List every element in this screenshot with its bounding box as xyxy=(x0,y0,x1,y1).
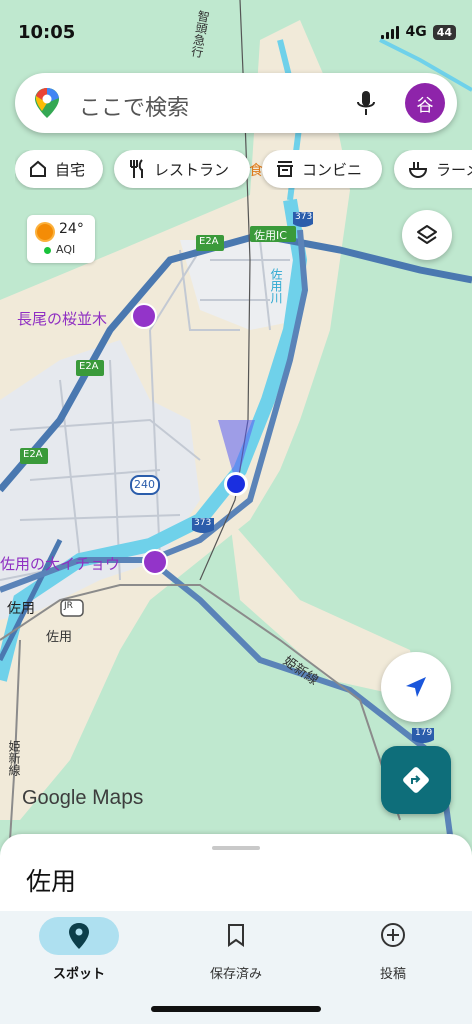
battery-icon: 44 xyxy=(432,24,456,40)
chip-convenience[interactable]: コンビニ xyxy=(262,150,382,188)
road-label-373-1: 373 xyxy=(295,212,313,222)
tab-saved[interactable]: 保存済み xyxy=(176,911,296,991)
search-input[interactable]: ここで検索 xyxy=(79,90,189,122)
bookmark-icon xyxy=(228,924,244,947)
tab-label: 投稿 xyxy=(379,967,406,982)
watermark-brand: Google xyxy=(22,787,87,809)
road-label-240: 240 xyxy=(134,478,155,491)
chip-label: 自宅 xyxy=(55,160,86,179)
ramen-icon xyxy=(408,162,428,178)
maps-logo-icon xyxy=(35,88,59,118)
directions-icon xyxy=(403,767,429,793)
road-label-179: 179 xyxy=(415,728,433,738)
search-bar[interactable]: ここで検索 谷 xyxy=(15,73,457,133)
home-indicator[interactable] xyxy=(151,1006,321,1012)
google-maps-watermark: Google Maps xyxy=(22,786,143,810)
map-label-railway-left: 姫新線 xyxy=(7,740,21,776)
map-label-jr: JR xyxy=(64,601,73,611)
map-label-river: 佐用川 xyxy=(269,268,283,304)
status-time: 10:05 xyxy=(18,22,76,43)
map-label-poi-icho[interactable]: 佐用の大イチョウ xyxy=(0,553,120,574)
layers-button[interactable] xyxy=(402,210,452,260)
my-location-button[interactable] xyxy=(381,652,451,722)
map-label-town: 佐用 xyxy=(46,630,73,645)
sheet-drag-handle[interactable] xyxy=(212,846,260,850)
road-label-e2a-1: E2A xyxy=(199,236,219,247)
chip-label: コンビニ xyxy=(302,160,363,179)
aqi-label: AQI xyxy=(56,243,76,256)
place-title: 佐用 xyxy=(26,867,77,896)
restaurant-icon xyxy=(130,159,143,178)
map-label-poi-sakura[interactable]: 長尾の桜並木 xyxy=(17,308,107,329)
directions-button[interactable] xyxy=(381,746,451,814)
road-label-e2a-3: E2A xyxy=(23,449,43,460)
explore-pin-icon xyxy=(69,923,89,949)
chip-ramen[interactable]: ラーメ xyxy=(394,150,472,188)
tab-explore[interactable]: スポット xyxy=(19,911,139,991)
road-label-373-2: 373 xyxy=(194,518,212,528)
chip-restaurant[interactable]: レストラン xyxy=(114,150,250,188)
weather-temp: 24° xyxy=(59,221,84,237)
avatar[interactable]: 谷 xyxy=(405,83,445,123)
chip-label: ラーメ xyxy=(436,160,472,179)
aqi-indicator xyxy=(44,247,51,254)
tab-label: スポット xyxy=(52,967,105,982)
chip-home[interactable]: 自宅 xyxy=(15,150,103,188)
home-icon xyxy=(30,160,46,177)
status-bar: 10:05 4G 44 xyxy=(0,0,472,64)
navigation-arrow-icon xyxy=(406,677,426,697)
tab-contribute[interactable]: 投稿 xyxy=(333,911,453,991)
category-chips: 自宅 レストラン コンビニ ラーメ xyxy=(15,150,472,190)
weather-widget[interactable]: 24° AQI xyxy=(27,215,95,263)
sun-icon xyxy=(37,224,53,240)
road-label-e2a-2: E2A xyxy=(79,361,99,372)
network-type: 4G xyxy=(405,24,427,40)
watermark-product: Maps xyxy=(92,786,144,809)
map-label-station[interactable]: 佐用 xyxy=(7,598,35,618)
chip-label: レストラン xyxy=(154,160,230,179)
store-icon xyxy=(277,161,293,177)
tab-label: 保存済み xyxy=(209,967,262,982)
mic-icon[interactable] xyxy=(355,90,377,118)
map-label-ic: 佐用IC xyxy=(254,229,287,242)
layers-icon xyxy=(417,225,437,244)
signal-icon xyxy=(381,25,400,39)
add-circle-icon xyxy=(381,923,405,947)
